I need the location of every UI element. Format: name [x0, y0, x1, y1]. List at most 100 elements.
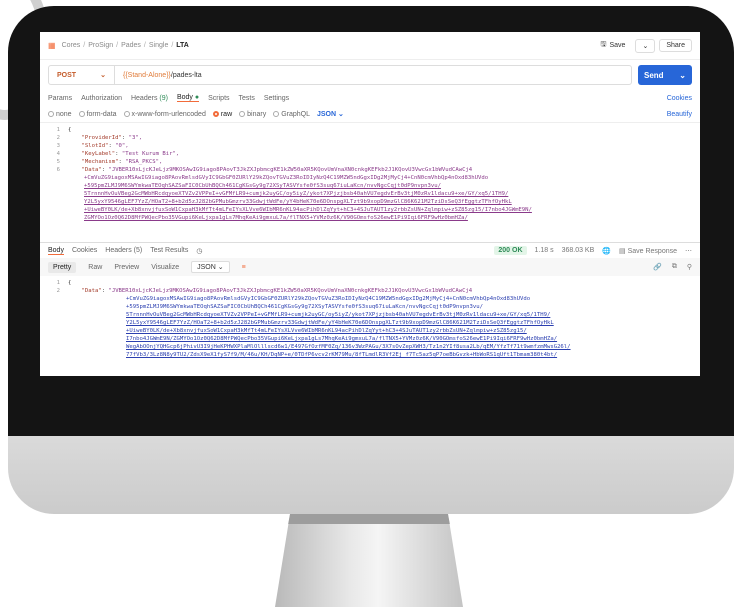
radio-icon: [48, 110, 54, 117]
save-button[interactable]: 🖫 Save: [594, 38, 632, 53]
tab-tests[interactable]: Tests: [239, 95, 255, 102]
view-preview[interactable]: Preview: [114, 264, 139, 271]
code-line: 4 "KeyLabel": "Test Kurum Bir",: [40, 150, 700, 158]
header-bar: ▦ Cores / ProSign / Pades / Single / LTA 🖫 Save ⌄…: [40, 32, 700, 60]
view-raw[interactable]: Raw: [88, 264, 102, 271]
breadcrumb-item[interactable]: Pades: [121, 42, 141, 49]
beautify-button[interactable]: Beautify: [667, 111, 692, 118]
code-entry: "Mechanism": "RSA_PKCS",: [68, 158, 162, 166]
breadcrumb-item[interactable]: ProSign: [88, 42, 113, 49]
json-value-continuation: Y2L5yxY9546gLEF7YzZ/HOaT2+8+b2d5zJ282bGP…: [84, 199, 512, 205]
link-icon[interactable]: 🔗: [653, 263, 662, 271]
line-number: [40, 327, 68, 335]
radio-selected-icon: [212, 110, 219, 117]
code-line: +UiweBY0LK/de+Xb8xnvjfuxSoW1CxpaH3kMfTt4…: [40, 327, 700, 335]
json-value: "JVBER10xLjcKJeLjz9MKOSAwIG9iago8PAovT3J…: [108, 167, 473, 173]
code-line: 5 "Mechanism": "RSA_PKCS",: [40, 158, 700, 166]
response-tabs: Body Cookies Headers (5) Test Results ◷ …: [40, 242, 700, 258]
line-number: [40, 319, 68, 327]
wrap-lines-icon[interactable]: ≡: [242, 264, 246, 271]
url-box: POST ⌄ {{Stand-Alone}}/pades-lta: [48, 65, 632, 85]
chevron-down-icon: ⌄: [679, 70, 686, 80]
more-options-icon[interactable]: ⋯: [685, 247, 692, 255]
radio-graphql[interactable]: GraphQL: [273, 110, 310, 118]
tab-test-results[interactable]: Test Results: [150, 247, 188, 254]
tab-headers[interactable]: Headers (9): [131, 95, 168, 102]
line-number: [40, 198, 68, 206]
format-label: JSON: [317, 111, 337, 118]
json-value: "3",: [128, 135, 143, 141]
response-body-viewer[interactable]: 1{2 "Data": "JVBER10xLjcKJeLjz9MKOSAwIG9…: [40, 276, 700, 376]
tab-response-body[interactable]: Body: [48, 247, 64, 255]
line-number: 1: [56, 280, 60, 286]
chevron-down-icon: ⌄: [338, 111, 344, 118]
save-icon: 🖫: [600, 41, 607, 48]
json-key: "Data": [81, 288, 102, 294]
send-button[interactable]: Send ⌄: [638, 65, 692, 85]
radio-raw[interactable]: raw: [212, 110, 233, 118]
radio-urlencoded[interactable]: x-www-form-urlencoded: [123, 110, 206, 118]
line-number: [40, 351, 68, 359]
view-pretty[interactable]: Pretty: [48, 261, 77, 273]
save-response-label: Save Response: [627, 247, 677, 255]
radio-binary[interactable]: binary: [239, 110, 266, 118]
tab-settings[interactable]: Settings: [264, 95, 289, 102]
view-visualize[interactable]: Visualize: [151, 264, 179, 271]
code-line: 5TrnnnHvOuVBeg2GcMWbHRcdqyoeXTVZv2VPPeI+…: [40, 311, 700, 319]
tab-response-headers[interactable]: Headers (5): [105, 247, 142, 254]
format-select[interactable]: JSON ⌄: [317, 110, 344, 118]
save-options-dropdown[interactable]: ⌄: [635, 38, 656, 53]
history-icon[interactable]: ◷: [196, 247, 202, 255]
tab-authorization[interactable]: Authorization: [81, 95, 122, 102]
radio-icon: [273, 110, 280, 117]
cookies-link[interactable]: Cookies: [667, 95, 692, 102]
json-value-continuation: WegAbOOnjYQHGcp6jPhivU3I9jHeKPHWXPlaMlOl…: [126, 344, 571, 350]
code-entry: "SlotId": "0",: [68, 142, 128, 150]
tab-scripts[interactable]: Scripts: [208, 95, 229, 102]
code-line: Y2L5yxY9546gLEF7YzZ/HOaT2+8+b2d5zJ282bGP…: [40, 198, 700, 206]
radio-raw-label: raw: [220, 110, 233, 118]
line-number: [40, 335, 68, 343]
json-key: "ProviderId": [81, 135, 122, 141]
tab-params[interactable]: Params: [48, 95, 72, 102]
url-input[interactable]: {{Stand-Alone}}/pades-lta: [115, 72, 202, 79]
colon: :: [121, 135, 129, 141]
body-indicator-dot: ●: [194, 94, 200, 101]
code-line: Y2L5yxY9546gLEF7YzZ/HOaT2+8+b2d5zJ282bGP…: [40, 319, 700, 327]
radio-none-label: none: [56, 110, 72, 118]
response-format-select[interactable]: JSON ⌄: [191, 261, 230, 273]
save-response-button[interactable]: ▤ Save Response: [619, 247, 677, 255]
code-line: ZGMYOo1Oz0Q62D8MfPWQecPbo35VGupi6KeLjxpa…: [40, 214, 700, 222]
tab-body[interactable]: Body ●: [176, 94, 200, 102]
line-number: [40, 182, 68, 190]
code-line: WegAbOOnjYQHGcp6jPhivU3I9jHeKPHWXPlaMlOl…: [40, 343, 700, 351]
json-value-continuation: Y2L5yxY9546gLEF7YzZ/HOaT2+8+b2d5zJ282bGP…: [126, 320, 554, 326]
method-select[interactable]: POST ⌄: [49, 66, 115, 84]
search-icon[interactable]: ⚲: [687, 263, 692, 271]
request-body-editor[interactable]: 1{2 "ProviderId": "3", 3 "SlotId": "0", 4 …: [40, 122, 700, 242]
line-number: [40, 206, 68, 214]
tab-headers-label: Headers: [130, 94, 158, 102]
copy-icon[interactable]: ⧉: [672, 263, 677, 271]
send-label: Send: [644, 70, 664, 80]
code-line: 3 "SlotId": "0",: [40, 142, 700, 150]
json-value-continuation: +CmVuZG9iagoxMSAwIG9iago8PAovRmlsdGVyIC9…: [126, 296, 531, 302]
json-value-continuation: 5TrnnnHvOuVBeg2GcMWbHRcdqyoeXTVZv2VPPeI+…: [84, 191, 509, 197]
json-value-continuation: I7nbo4JGWmE9N/ZGMYOo1Oz0Q62D8MfPWQecPbo3…: [126, 336, 558, 342]
code-line: 1{: [40, 126, 700, 134]
line-number: 2: [56, 288, 60, 294]
breadcrumb-item[interactable]: Single: [149, 42, 168, 49]
radio-graphql-label: GraphQL: [281, 110, 310, 118]
share-button[interactable]: Share: [659, 39, 692, 52]
postman-window: ▦ Cores / ProSign / Pades / Single / LTA 🖫 Save ⌄…: [40, 32, 700, 376]
json-value-continuation: ZGMYOo1Oz0Q62D8MfPWQecPbo35VGupi6KeLjxpa…: [84, 215, 468, 221]
globe-icon[interactable]: 🌐: [602, 247, 611, 255]
line-number: [40, 214, 68, 222]
radio-form-data[interactable]: form-data: [78, 110, 117, 118]
line-number: [40, 174, 68, 182]
radio-none[interactable]: none: [48, 110, 72, 118]
breadcrumb-item[interactable]: Cores: [62, 42, 81, 49]
tab-response-cookies[interactable]: Cookies: [72, 247, 97, 254]
json-key: "KeyLabel": [81, 151, 116, 157]
